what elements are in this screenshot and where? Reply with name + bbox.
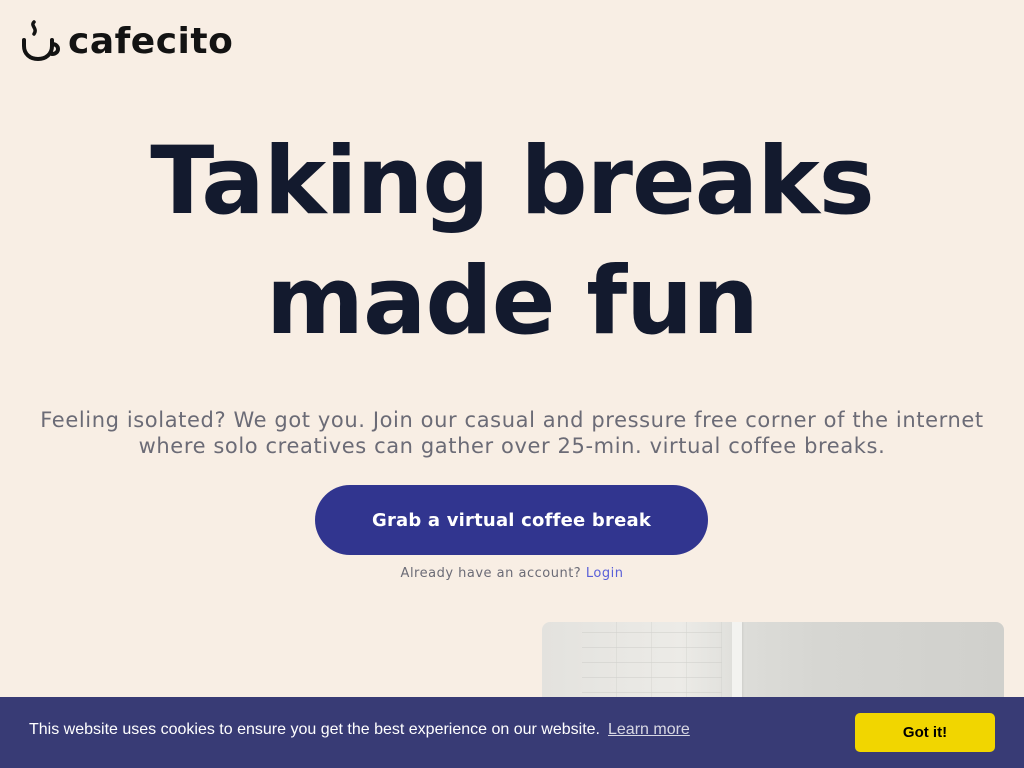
coffee-cup-icon: [20, 18, 64, 66]
hero-subtitle-line-2: where solo creatives can gather over 25-…: [138, 434, 886, 458]
login-prompt-text: Already have an account?: [400, 566, 582, 581]
login-link[interactable]: Login: [586, 566, 624, 581]
cookie-accept-button[interactable]: Got it!: [855, 713, 995, 752]
cookie-message-row: This website uses cookies to ensure you …: [29, 721, 690, 739]
hero-subtitle-line-1: Feeling isolated? We got you. Join our c…: [40, 408, 984, 432]
brand-name: cafecito: [68, 21, 234, 62]
grab-coffee-break-button[interactable]: Grab a virtual coffee break: [315, 485, 708, 555]
login-prompt: Already have an account? Login: [0, 566, 1024, 581]
hero-title-line-1: Taking breaks: [150, 127, 874, 236]
hero-title-line-2: made fun: [266, 247, 759, 356]
hero-subtitle: Feeling isolated? We got you. Join our c…: [0, 407, 1024, 459]
brand-logo[interactable]: cafecito: [20, 18, 233, 66]
learn-more-link[interactable]: Learn more: [608, 721, 690, 738]
cookie-banner: This website uses cookies to ensure you …: [0, 697, 1024, 768]
cookie-message: This website uses cookies to ensure you …: [29, 721, 600, 738]
hero-title: Taking breaks made fun: [0, 122, 1024, 362]
